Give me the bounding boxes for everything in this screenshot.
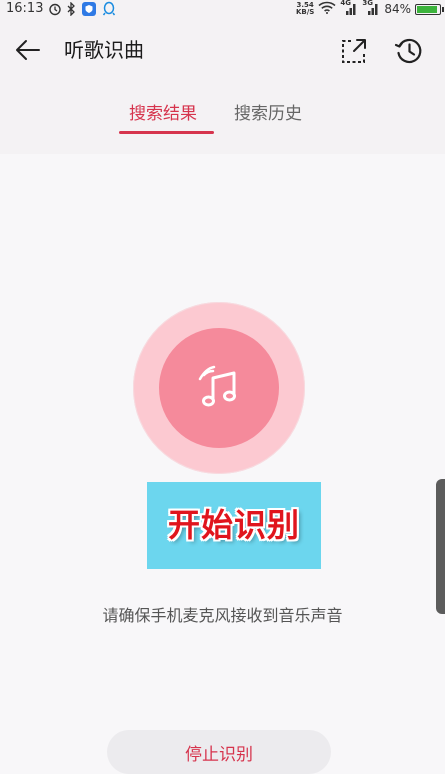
arrow-left-icon bbox=[16, 40, 40, 60]
battery-fill bbox=[417, 5, 438, 13]
stop-recognition-label: 停止识别 bbox=[185, 745, 253, 765]
recognize-inner-circle bbox=[159, 328, 279, 448]
open-external-icon bbox=[342, 39, 366, 63]
active-tab-indicator bbox=[119, 131, 214, 134]
history-clock-icon bbox=[394, 38, 422, 64]
battery-icon bbox=[415, 3, 444, 15]
app-header: 听歌识曲 bbox=[0, 18, 445, 82]
bluetooth-icon bbox=[66, 1, 76, 17]
shield-app-icon bbox=[81, 1, 97, 17]
alarm-icon bbox=[48, 1, 62, 17]
battery-percent: 84% bbox=[384, 2, 411, 16]
signal-3g-icon: 3G bbox=[362, 0, 380, 16]
main-content: 开始识别 请确保手机麦克风接收到音乐声音 停止识别 bbox=[0, 154, 445, 774]
back-button[interactable] bbox=[14, 38, 42, 62]
qq-icon bbox=[102, 1, 116, 17]
status-time: 16:13 bbox=[6, 1, 44, 16]
side-drawer-handle[interactable] bbox=[436, 479, 445, 614]
history-button[interactable] bbox=[394, 36, 424, 66]
status-right: 3.54 KB/S 4G 3G 84% bbox=[295, 0, 444, 18]
open-external-button[interactable] bbox=[339, 36, 369, 66]
tab-search-history[interactable]: 搜索历史 bbox=[234, 102, 302, 126]
tab-search-results[interactable]: 搜索结果 bbox=[129, 102, 197, 126]
start-recognition-label: 开始识别 bbox=[167, 506, 300, 544]
hint-text: 请确保手机麦克风接收到音乐声音 bbox=[102, 606, 343, 625]
wifi-icon bbox=[318, 1, 336, 17]
status-bar: 16:13 3.54 KB/S 4G 3G 84% bbox=[0, 0, 445, 18]
tab-bar: 搜索结果 搜索历史 bbox=[0, 82, 445, 154]
start-recognition-button[interactable]: 开始识别 bbox=[147, 482, 321, 569]
net-speed: 3.54 KB/S bbox=[295, 1, 315, 16]
page-title: 听歌识曲 bbox=[64, 38, 144, 62]
recognize-button[interactable] bbox=[133, 302, 305, 474]
music-note-wave-icon bbox=[198, 365, 236, 407]
signal-4g-icon: 4G bbox=[340, 0, 358, 16]
stop-recognition-button[interactable]: 停止识别 bbox=[107, 730, 331, 774]
